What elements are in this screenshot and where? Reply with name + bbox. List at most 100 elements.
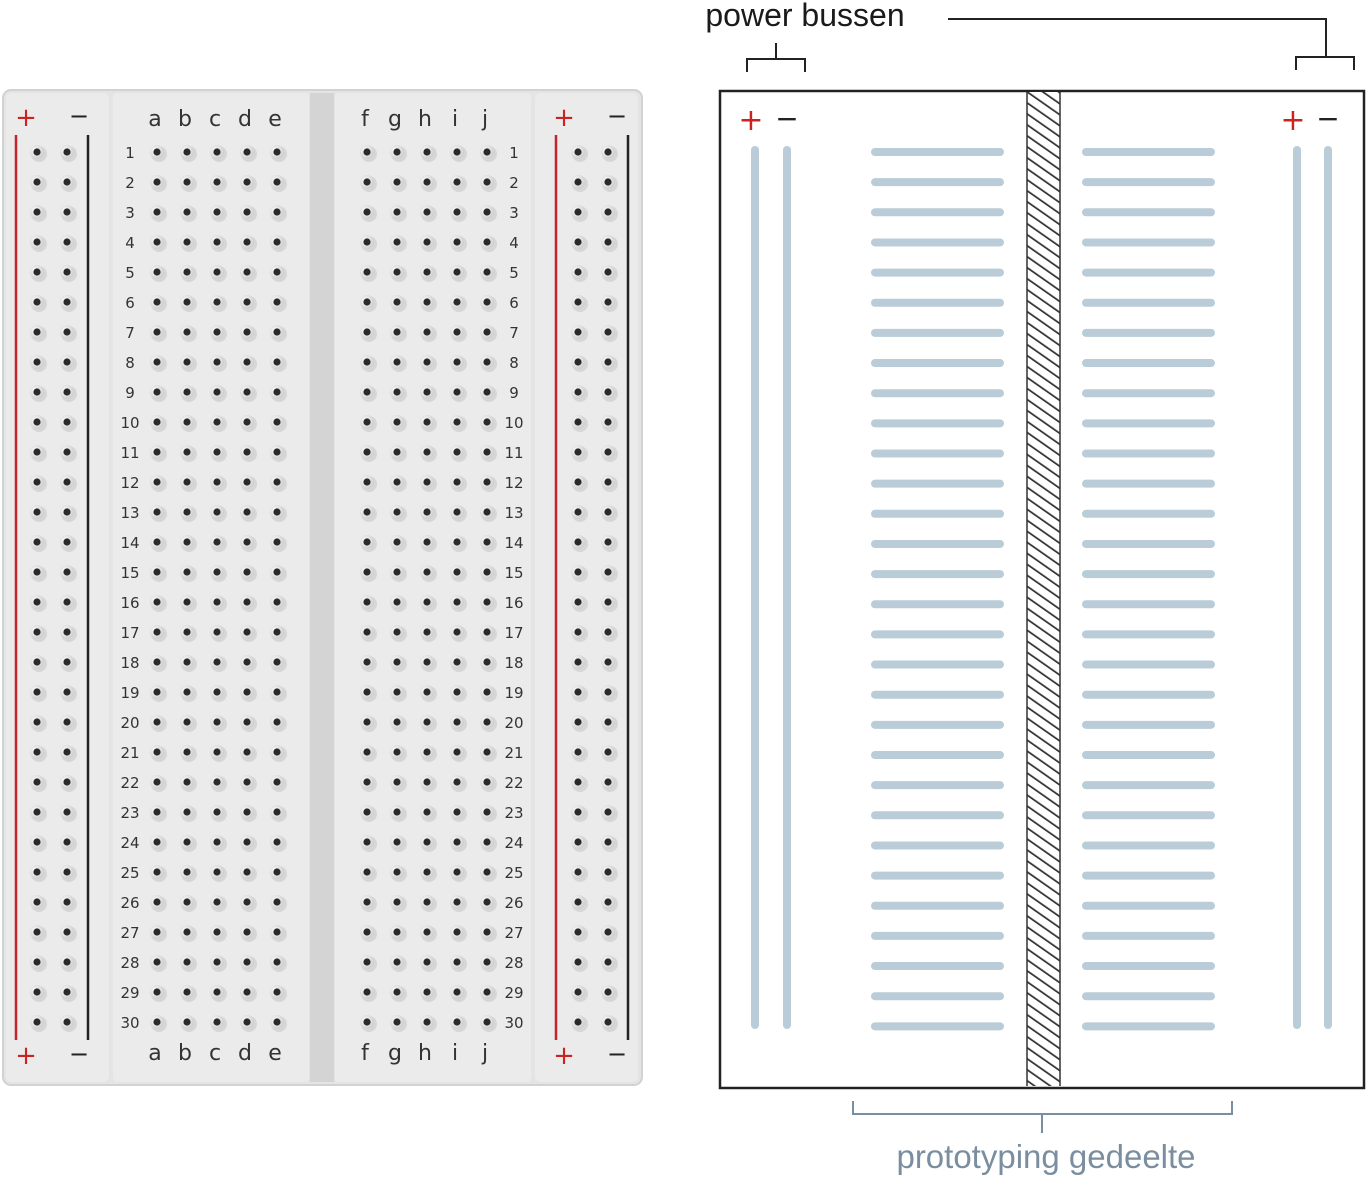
hole[interactable]	[453, 1018, 461, 1026]
hole[interactable]	[574, 568, 582, 576]
hole[interactable]	[63, 988, 71, 996]
hole[interactable]	[604, 148, 612, 156]
hole[interactable]	[273, 988, 281, 996]
hole[interactable]	[273, 568, 281, 576]
hole[interactable]	[243, 538, 251, 546]
hole[interactable]	[453, 238, 461, 246]
hole[interactable]	[483, 448, 491, 456]
hole[interactable]	[243, 418, 251, 426]
hole[interactable]	[393, 448, 401, 456]
hole[interactable]	[483, 208, 491, 216]
hole[interactable]	[63, 868, 71, 876]
hole[interactable]	[574, 208, 582, 216]
hole[interactable]	[273, 718, 281, 726]
hole[interactable]	[63, 538, 71, 546]
hole[interactable]	[273, 628, 281, 636]
hole[interactable]	[604, 658, 612, 666]
hole[interactable]	[604, 628, 612, 636]
hole[interactable]	[63, 238, 71, 246]
hole[interactable]	[574, 808, 582, 816]
hole[interactable]	[183, 958, 191, 966]
hole[interactable]	[243, 448, 251, 456]
hole[interactable]	[213, 928, 221, 936]
hole[interactable]	[363, 718, 371, 726]
hole[interactable]	[153, 538, 161, 546]
hole[interactable]	[363, 838, 371, 846]
hole[interactable]	[153, 628, 161, 636]
hole[interactable]	[273, 748, 281, 756]
hole[interactable]	[363, 388, 371, 396]
hole[interactable]	[574, 928, 582, 936]
hole[interactable]	[153, 898, 161, 906]
hole[interactable]	[423, 1018, 431, 1026]
hole[interactable]	[574, 508, 582, 516]
hole[interactable]	[33, 418, 41, 426]
hole[interactable]	[63, 358, 71, 366]
hole[interactable]	[604, 298, 612, 306]
hole[interactable]	[453, 538, 461, 546]
hole[interactable]	[423, 508, 431, 516]
hole[interactable]	[153, 958, 161, 966]
hole[interactable]	[453, 868, 461, 876]
hole[interactable]	[604, 688, 612, 696]
hole[interactable]	[183, 148, 191, 156]
hole[interactable]	[604, 598, 612, 606]
hole[interactable]	[393, 568, 401, 576]
hole[interactable]	[213, 568, 221, 576]
hole[interactable]	[453, 178, 461, 186]
hole[interactable]	[453, 748, 461, 756]
hole[interactable]	[483, 718, 491, 726]
hole[interactable]	[243, 898, 251, 906]
hole[interactable]	[574, 358, 582, 366]
hole[interactable]	[393, 688, 401, 696]
hole[interactable]	[363, 448, 371, 456]
hole[interactable]	[153, 988, 161, 996]
hole[interactable]	[243, 598, 251, 606]
hole[interactable]	[604, 808, 612, 816]
hole[interactable]	[63, 748, 71, 756]
hole[interactable]	[363, 478, 371, 486]
hole[interactable]	[33, 298, 41, 306]
hole[interactable]	[483, 988, 491, 996]
hole[interactable]	[574, 688, 582, 696]
hole[interactable]	[153, 718, 161, 726]
hole[interactable]	[33, 688, 41, 696]
hole[interactable]	[423, 958, 431, 966]
hole[interactable]	[483, 868, 491, 876]
hole[interactable]	[604, 1018, 612, 1026]
hole[interactable]	[363, 568, 371, 576]
hole[interactable]	[33, 778, 41, 786]
hole[interactable]	[393, 598, 401, 606]
hole[interactable]	[33, 538, 41, 546]
hole[interactable]	[363, 658, 371, 666]
hole[interactable]	[213, 598, 221, 606]
hole[interactable]	[393, 718, 401, 726]
hole[interactable]	[63, 598, 71, 606]
hole[interactable]	[153, 358, 161, 366]
hole[interactable]	[63, 418, 71, 426]
hole[interactable]	[604, 868, 612, 876]
hole[interactable]	[243, 748, 251, 756]
hole[interactable]	[483, 568, 491, 576]
hole[interactable]	[183, 628, 191, 636]
hole[interactable]	[183, 178, 191, 186]
hole[interactable]	[63, 328, 71, 336]
hole[interactable]	[423, 538, 431, 546]
hole[interactable]	[213, 148, 221, 156]
hole[interactable]	[393, 838, 401, 846]
hole[interactable]	[574, 748, 582, 756]
hole[interactable]	[574, 418, 582, 426]
hole[interactable]	[453, 778, 461, 786]
hole[interactable]	[453, 268, 461, 276]
hole[interactable]	[483, 298, 491, 306]
hole[interactable]	[273, 778, 281, 786]
hole[interactable]	[574, 1018, 582, 1026]
hole[interactable]	[33, 718, 41, 726]
hole[interactable]	[63, 388, 71, 396]
hole[interactable]	[153, 388, 161, 396]
hole[interactable]	[423, 898, 431, 906]
hole[interactable]	[393, 238, 401, 246]
hole[interactable]	[393, 1018, 401, 1026]
hole[interactable]	[574, 778, 582, 786]
hole[interactable]	[363, 148, 371, 156]
